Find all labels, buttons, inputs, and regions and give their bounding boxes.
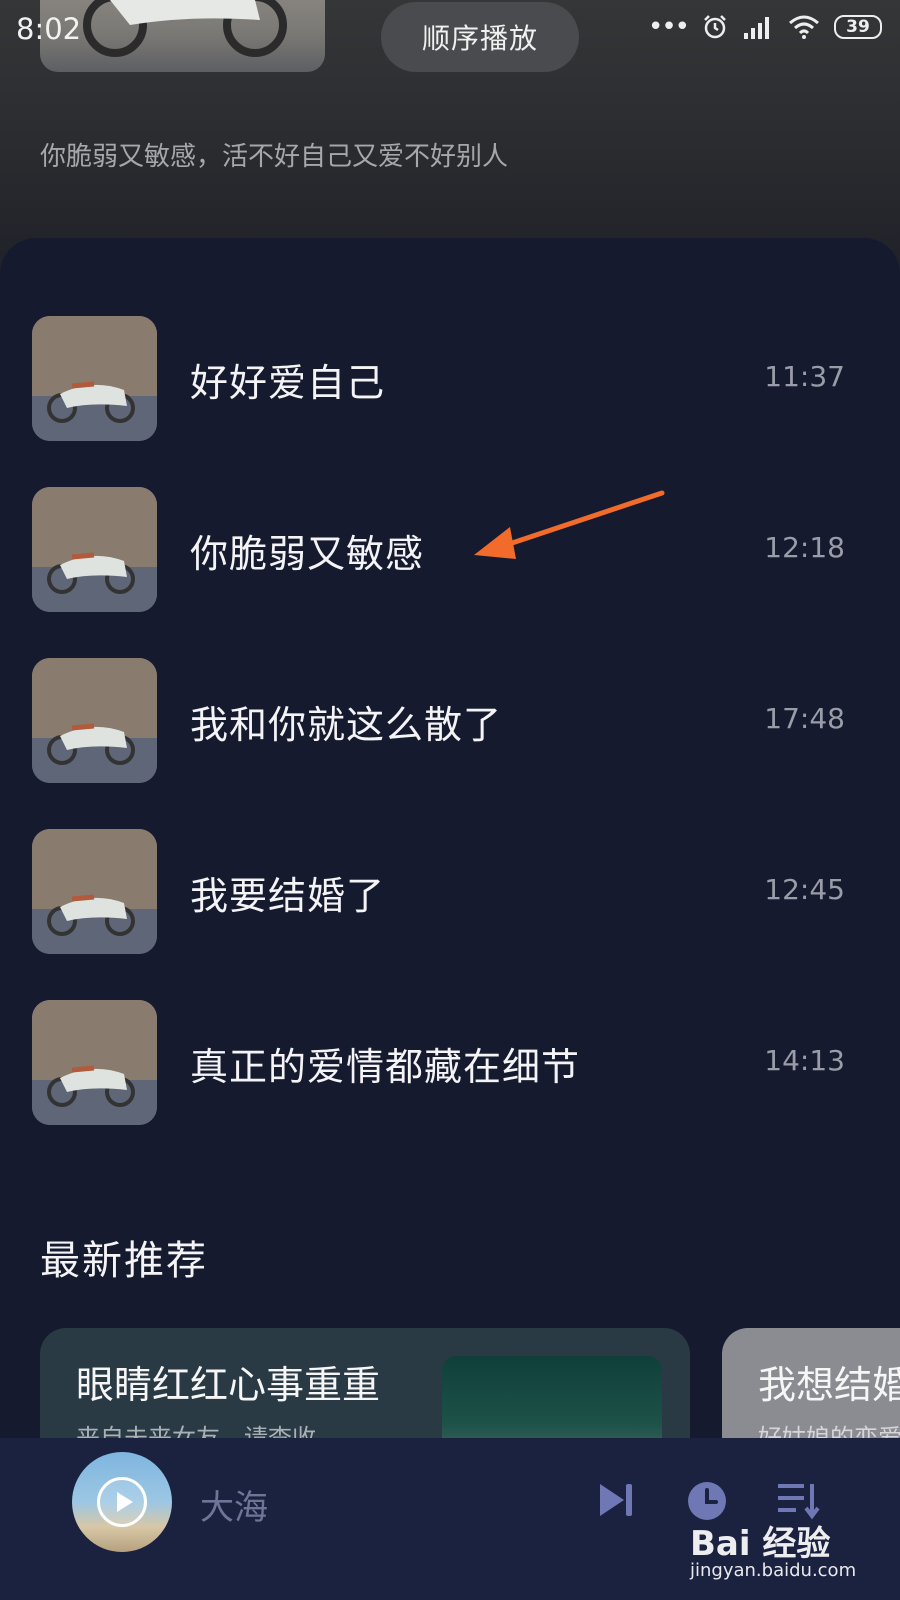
song-title: 好好爱自己 xyxy=(190,361,386,405)
more-dots-icon: ••• xyxy=(647,12,690,42)
recommend-heading: 最新推荐 xyxy=(40,1238,208,1284)
annotation-arrow xyxy=(474,490,665,559)
clock: 8:02 xyxy=(16,12,82,46)
wifi-icon xyxy=(789,15,819,39)
song-thumbnail xyxy=(32,487,157,612)
now-playing-title[interactable]: 大海 xyxy=(200,1480,268,1529)
song-title: 我和你就这么散了 xyxy=(190,703,503,747)
song-title: 我要结婚了 xyxy=(190,874,386,918)
song-row[interactable]: 真正的爱情都藏在细节 14:13 xyxy=(0,1000,900,1125)
scooter-image xyxy=(32,1000,157,1125)
album-description: 你脆弱又敏感，活不好自己又爱不好别人 xyxy=(40,142,509,172)
alarm-icon xyxy=(704,15,726,39)
scooter-image xyxy=(32,316,157,441)
signal-icon xyxy=(744,17,769,39)
song-row[interactable]: 我要结婚了 12:45 xyxy=(0,829,900,954)
song-thumbnail xyxy=(32,658,157,783)
song-duration: 17:48 xyxy=(764,702,845,735)
song-thumbnail xyxy=(32,316,157,441)
play-icon[interactable] xyxy=(97,1477,147,1527)
now-playing-cover[interactable] xyxy=(72,1452,172,1552)
song-thumbnail xyxy=(32,829,157,954)
next-icon[interactable] xyxy=(596,1480,636,1520)
scooter-image xyxy=(32,487,157,612)
song-title: 你脆弱又敏感 xyxy=(190,532,425,576)
recommend-card-title: 眼睛红红心事重重 xyxy=(76,1363,381,1407)
song-row[interactable]: 好好爱自己 11:37 xyxy=(0,316,900,441)
play-mode-button[interactable]: 顺序播放 xyxy=(381,2,579,72)
song-row[interactable]: 我和你就这么散了 17:48 xyxy=(0,658,900,783)
watermark-url: jingyan.baidu.com xyxy=(690,1560,857,1581)
scooter-image xyxy=(32,829,157,954)
scooter-image xyxy=(32,658,157,783)
song-row[interactable]: 你脆弱又敏感 12:18 xyxy=(0,487,900,612)
playlist-icon[interactable] xyxy=(776,1480,820,1520)
status-icons: ••• 39 xyxy=(648,14,882,40)
battery-icon: 39 xyxy=(834,15,882,39)
watermark-logo: Bai 经验 xyxy=(690,1524,831,1564)
song-thumbnail xyxy=(32,1000,157,1125)
song-duration: 11:37 xyxy=(764,360,845,393)
song-title: 真正的爱情都藏在细节 xyxy=(190,1045,581,1089)
song-duration: 12:45 xyxy=(764,873,845,906)
song-duration: 12:18 xyxy=(764,531,845,564)
recommend-card-title: 我想结婚 xyxy=(758,1363,900,1407)
song-duration: 14:13 xyxy=(764,1044,845,1077)
baidu-watermark: Bai 经验 jingyan.baidu.com xyxy=(680,1516,890,1586)
